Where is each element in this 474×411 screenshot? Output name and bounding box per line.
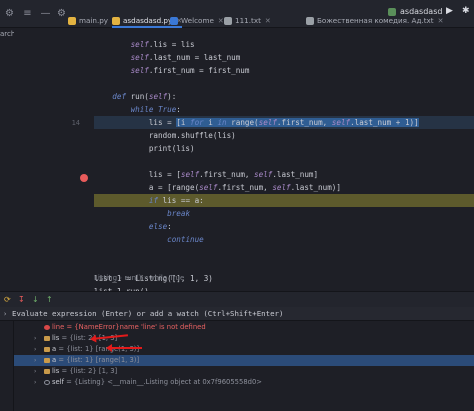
code-line[interactable]: a = [range(self.first_num, self.last_num… (94, 181, 474, 194)
variable-value: = {NameError}name 'line' is not defined (64, 323, 206, 331)
run-configuration-selector[interactable]: asdasdasd (388, 4, 443, 20)
code-line[interactable]: print(lis) (94, 142, 474, 155)
expand-arrow-icon[interactable]: › (34, 366, 36, 377)
list-type-icon (44, 358, 50, 363)
breakpoint-icon[interactable] (80, 174, 88, 182)
list-type-icon (44, 347, 50, 352)
tab-2[interactable]: Welcome ✕ (170, 13, 224, 28)
variable-row[interactable]: line = {NameError}name 'line' is not def… (14, 322, 474, 333)
run-icon[interactable]: ▶ (446, 6, 453, 16)
code-line[interactable]: def run(self): (94, 90, 474, 103)
code-line[interactable]: random.shuffle(lis) (94, 129, 474, 142)
project-panel-strip (0, 28, 14, 280)
expand-arrow-icon[interactable]: › (34, 377, 36, 388)
code-line[interactable]: continue (94, 233, 474, 246)
code-line[interactable]: self.first_num = first_num (94, 64, 474, 77)
file-icon (170, 17, 178, 25)
variable-row[interactable]: › a = {list: 1} [range(1, 3)] (14, 344, 474, 355)
close-icon[interactable]: ✕ (218, 17, 224, 25)
expand-icon[interactable]: › (3, 307, 7, 321)
rerun-icon[interactable]: ⟳ (4, 295, 11, 304)
step-out-icon[interactable]: ↑ (46, 295, 53, 304)
annotation-arrow (106, 344, 142, 352)
evaluate-expression-input[interactable]: › Evaluate expression (Enter) or add a w… (0, 307, 474, 321)
code-line[interactable] (94, 246, 474, 259)
tab-3[interactable]: 111.txt ✕ (224, 13, 271, 28)
file-icon (224, 17, 232, 25)
variable-name: line (52, 323, 65, 331)
tab-label: main.py (79, 16, 109, 25)
menu-icon[interactable]: ≡ (22, 8, 33, 19)
close-icon[interactable]: ✕ (265, 17, 271, 25)
code-line[interactable] (94, 259, 474, 272)
code-line[interactable]: while True: (94, 103, 474, 116)
tab-0[interactable]: main.py✕ (68, 13, 118, 28)
breadcrumb-item-method[interactable]: run() (124, 274, 141, 282)
error-type-icon (44, 325, 50, 330)
debug-side-strip (0, 321, 14, 411)
debug-icon[interactable]: ✱ (462, 6, 470, 16)
project-settings-icon[interactable]: ⚙ (56, 8, 67, 19)
variable-row[interactable]: › a = {list: 1} [range(1, 3)] (14, 355, 474, 366)
title-bar: ⚙ ≡ — ⚙ main.py✕asdasdasd.py✕Welcome✕111… (0, 0, 474, 28)
breadcrumb-item-loop[interactable]: while True (149, 274, 184, 282)
code-line[interactable] (94, 155, 474, 168)
expand-arrow-icon[interactable]: › (34, 344, 36, 355)
evaluate-placeholder: Evaluate expression (Enter) or add a wat… (12, 309, 284, 318)
tab-label: Welcome (181, 16, 214, 25)
tab-label: 111.txt (235, 16, 261, 25)
code-line[interactable]: else: (94, 220, 474, 233)
expand-arrow-icon[interactable]: › (34, 355, 36, 366)
tab-label: asdasdasd.py (123, 16, 173, 25)
variable-name: self (52, 378, 65, 386)
breadcrumb: Listing › run() › while True (94, 274, 185, 282)
variable-row[interactable]: › self = {Listing} <__main__.Listing obje… (14, 377, 474, 388)
file-icon (68, 17, 76, 25)
file-icon (306, 17, 314, 25)
variable-value: = {list: 2} [1, 3] (59, 367, 118, 375)
editor-gutter[interactable] (14, 28, 94, 268)
code-line[interactable]: lis = [self.first_num, self.last_num] (94, 168, 474, 181)
list-type-icon (44, 369, 50, 374)
code-line[interactable]: break (94, 207, 474, 220)
variable-value: = {list: 1} [range(1, 3)] (56, 356, 140, 364)
line-number: 14 (71, 119, 80, 127)
code-line[interactable]: self.last_num = last_num (94, 51, 474, 64)
code-line[interactable]: lis = [i for i in range(self.first_num, … (94, 116, 474, 129)
expand-arrow-icon[interactable]: › (34, 333, 36, 344)
file-icon (112, 17, 120, 25)
list-type-icon (44, 336, 50, 341)
code-line[interactable]: if lis == a: (94, 194, 474, 207)
step-into-icon[interactable]: ↓ (32, 295, 39, 304)
breadcrumb-item-class[interactable]: Listing (94, 274, 117, 282)
variable-row[interactable]: › lis = {list: 2} [1, 3] (14, 366, 474, 377)
debug-toolbar: ⟳ ↧ ↓ ↑ (0, 291, 474, 307)
python-config-icon (388, 8, 396, 16)
settings-icon[interactable]: ⚙ (4, 8, 15, 19)
object-type-icon (44, 380, 50, 385)
run-configuration-label: asdasdasd (400, 7, 443, 16)
variable-value: = {Listing} <__main__.Listing object at … (64, 378, 262, 386)
collapse-icon[interactable]: — (40, 8, 51, 19)
step-over-icon[interactable]: ↧ (18, 295, 25, 304)
variable-row[interactable]: › lis = {list: 2} [1, 3] (14, 333, 474, 344)
code-line[interactable]: self.lis = lis (94, 38, 474, 51)
code-line[interactable] (94, 77, 474, 90)
